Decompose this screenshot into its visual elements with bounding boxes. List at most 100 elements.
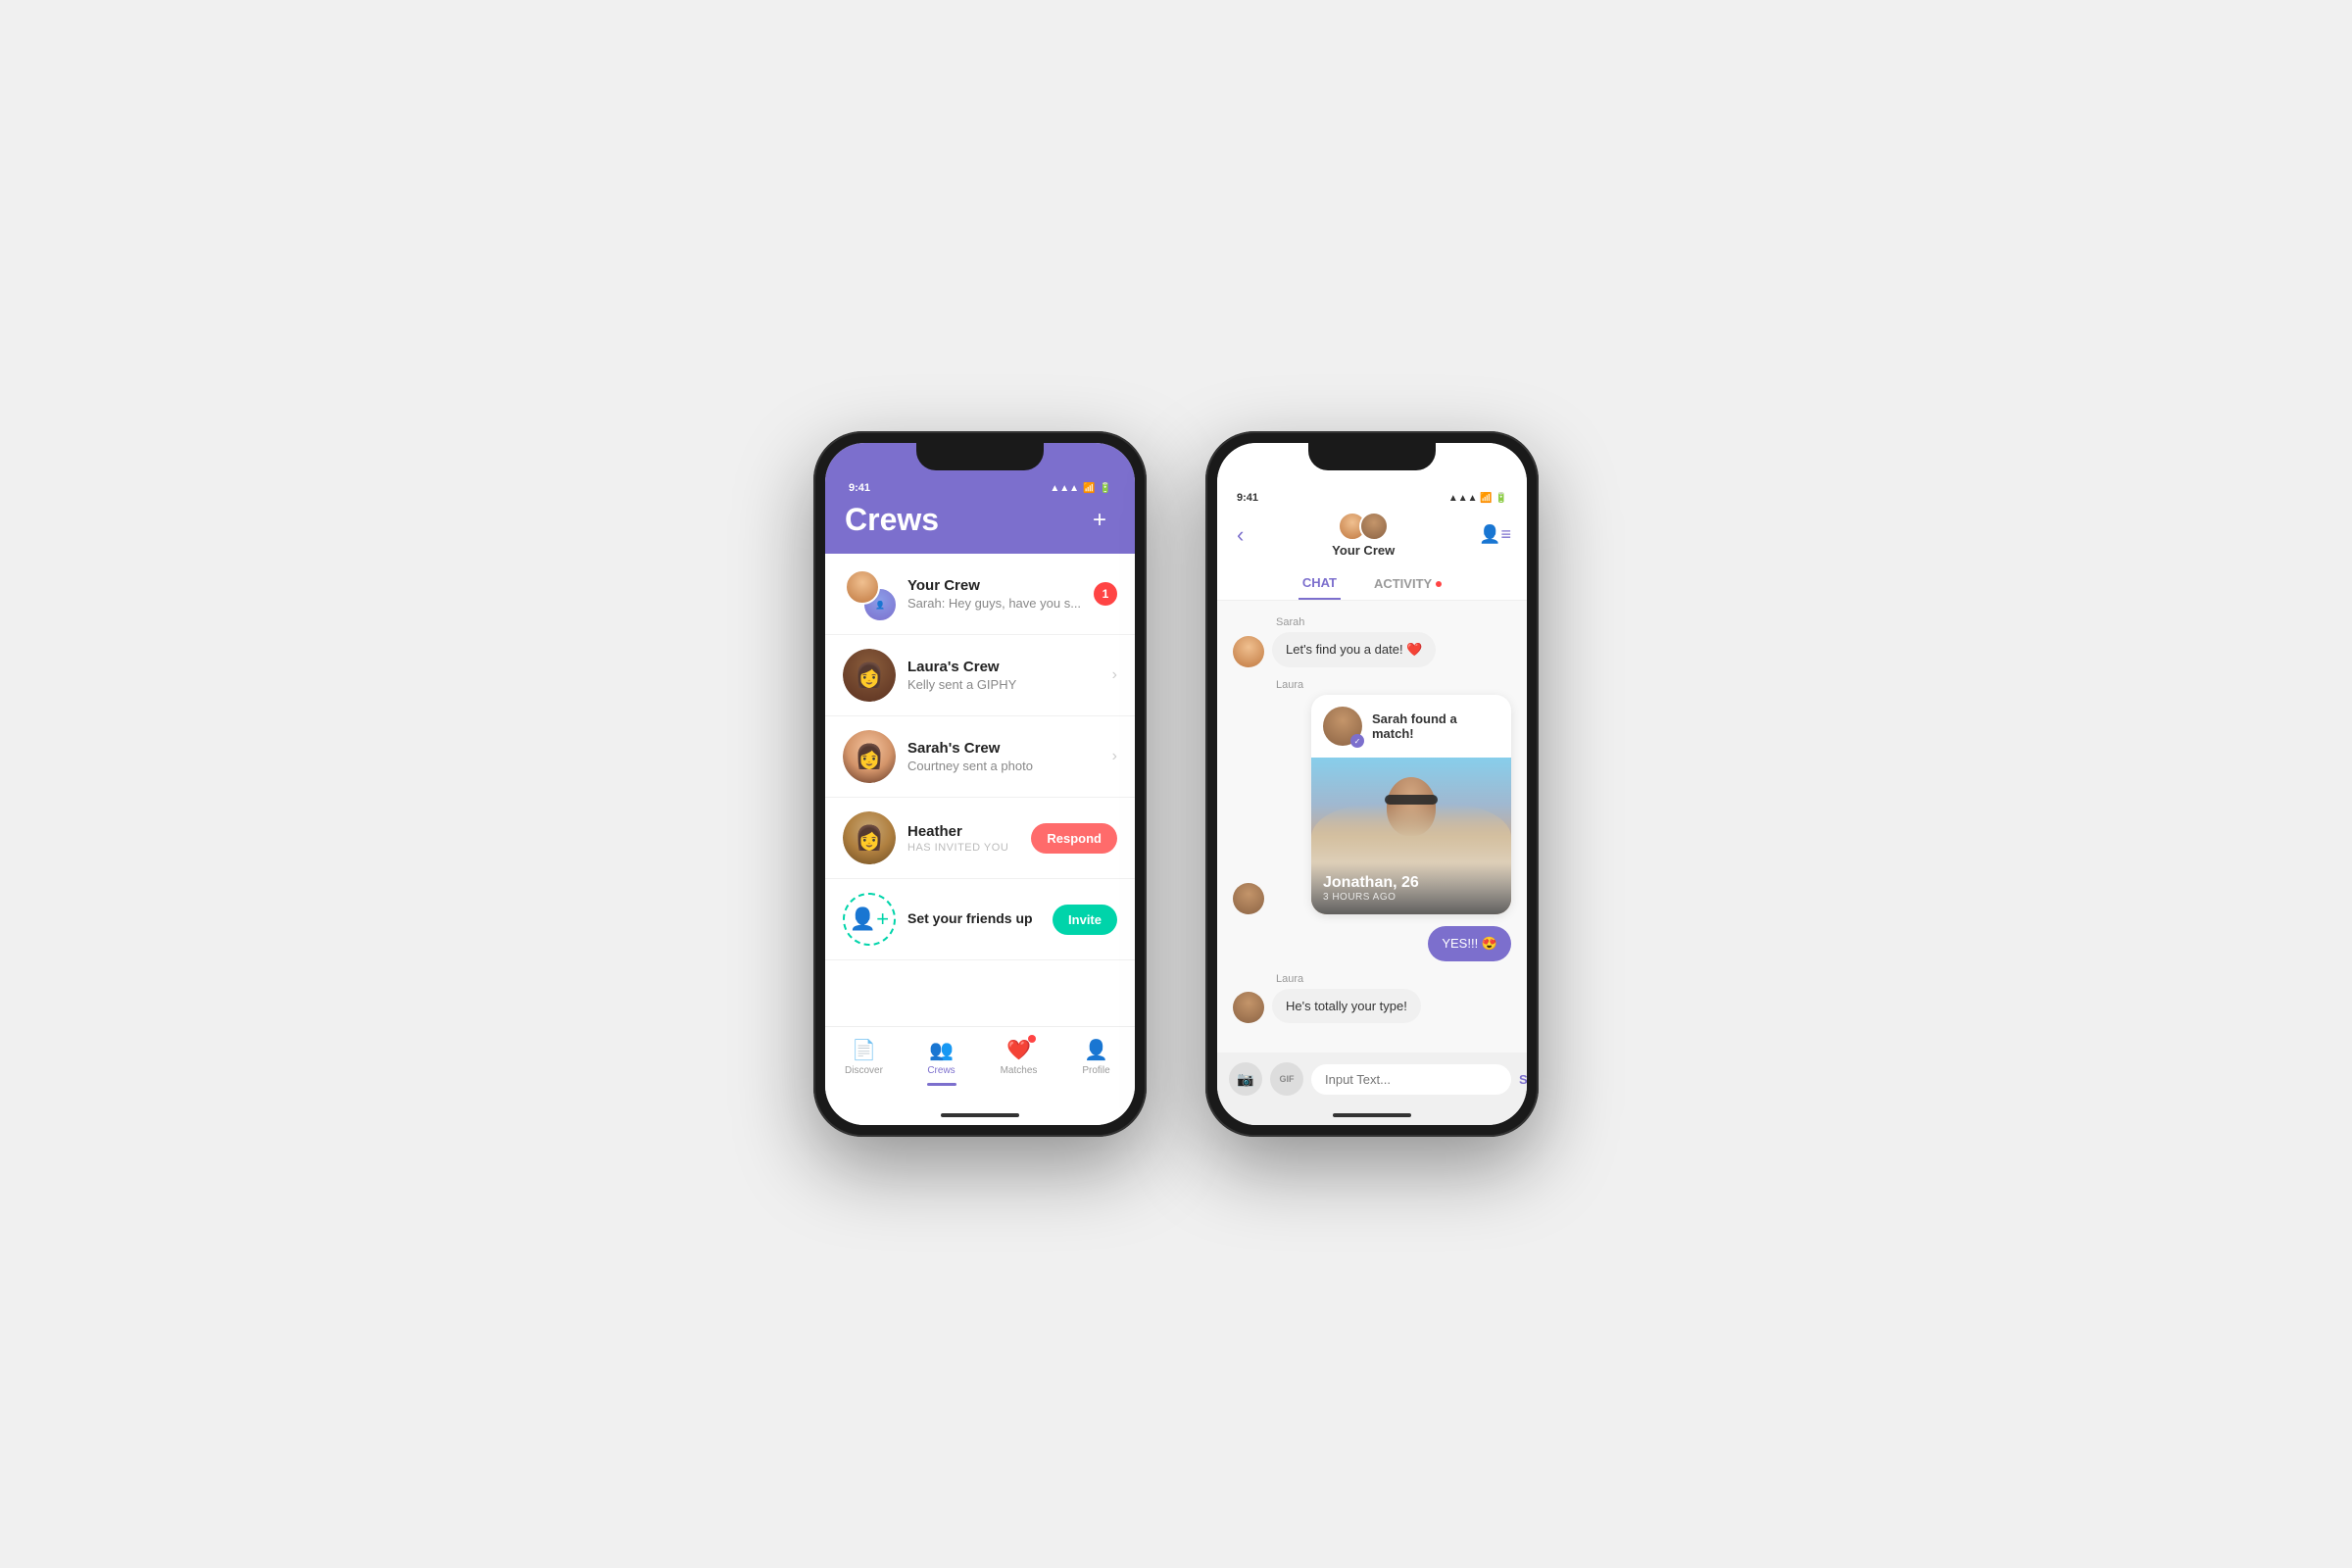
chat-menu-button[interactable]: 👤≡ [1479, 524, 1511, 545]
msg-sender-laura2: Laura [1233, 973, 1511, 985]
notch-left [916, 443, 1044, 470]
chat-tabs: CHAT ACTIVITY [1233, 567, 1511, 600]
set-friends-icon: 👤+ [843, 893, 896, 946]
match-photo: Jonathan, 26 3 HOURS AGO [1311, 758, 1511, 914]
back-button[interactable]: ‹ [1233, 518, 1248, 552]
respond-button[interactable]: Respond [1031, 823, 1117, 854]
camera-button[interactable]: 📷 [1229, 1062, 1262, 1096]
msg-group-4: Laura He's totally your type! [1233, 973, 1511, 1023]
matches-notification-dot [1028, 1035, 1036, 1043]
tab-chat[interactable]: CHAT [1298, 567, 1341, 600]
match-time: 3 HOURS AGO [1323, 892, 1499, 903]
msg-group-1: Sarah Let's find you a date! ❤️ [1233, 616, 1511, 667]
chat-input-field[interactable] [1311, 1064, 1511, 1095]
sarahs-crew-sub: Courtney sent a photo [907, 759, 1101, 773]
chat-input-bar: 📷 GIF Send [1217, 1053, 1527, 1105]
lauras-crew-avatar: 👩 [843, 649, 896, 702]
chat-messages: Sarah Let's find you a date! ❤️ Laura [1217, 601, 1527, 1053]
crew-item-sarahs-crew[interactable]: 👩 Sarah's Crew Courtney sent a photo › [825, 716, 1135, 798]
right-phone: 9:41 ▲▲▲ 📶 🔋 ‹ Your Crew 👤≡ CH [1205, 431, 1539, 1137]
heather-name: Heather [907, 823, 1019, 840]
matches-label: Matches [1001, 1065, 1038, 1076]
msg-group-2: Laura ✓ Sarah found a match! [1233, 679, 1511, 914]
chat-header-top: ‹ Your Crew 👤≡ [1233, 512, 1511, 558]
match-name: Jonathan, 26 [1323, 874, 1499, 892]
nav-item-profile[interactable]: 👤 Profile [1057, 1037, 1135, 1076]
your-crew-avatar: 👤 [843, 567, 896, 620]
status-time-right: 9:41 [1237, 492, 1258, 504]
nav-item-discover[interactable]: 📄 Discover [825, 1037, 903, 1076]
msg-bubble-3: YES!!! 😍 [1428, 926, 1511, 961]
status-icons-left: ▲▲▲ 📶 🔋 [1050, 483, 1111, 494]
send-button[interactable]: Send [1519, 1072, 1527, 1087]
status-icons-right: ▲▲▲ 📶 🔋 [1448, 492, 1507, 504]
notch-right [1308, 443, 1436, 470]
home-bar-line-right [1333, 1113, 1411, 1117]
msg-row-1: Let's find you a date! ❤️ [1233, 632, 1511, 667]
msg-bubble-4: He's totally your type! [1272, 989, 1421, 1023]
sarahs-crew-info: Sarah's Crew Courtney sent a photo [907, 740, 1101, 773]
msg-text-4: He's totally your type! [1286, 999, 1407, 1013]
add-crew-button[interactable]: + [1084, 505, 1115, 536]
crews-active-indicator [927, 1083, 956, 1086]
match-card-title: Sarah found a match! [1372, 711, 1499, 741]
laura-msg-avatar-2 [1233, 992, 1264, 1023]
crew-item-heather[interactable]: 👩 Heather HAS INVITED YOU Respond [825, 798, 1135, 879]
heather-avatar: 👩 [843, 811, 896, 864]
nav-item-crews[interactable]: 👥 Crews [903, 1037, 980, 1086]
your-crew-name: Your Crew [907, 577, 1082, 594]
sarah-msg-avatar [1233, 636, 1264, 667]
match-card-header: ✓ Sarah found a match! [1311, 695, 1511, 758]
discover-label: Discover [845, 1065, 883, 1076]
msg-row-4: He's totally your type! [1233, 989, 1511, 1023]
laura-msg-avatar [1233, 883, 1264, 914]
set-friends-info: Set your friends up [907, 910, 1041, 928]
profile-label: Profile [1082, 1065, 1109, 1076]
heather-info: Heather HAS INVITED YOU [907, 823, 1019, 854]
msg-row-3: YES!!! 😍 [1233, 926, 1511, 961]
match-card[interactable]: ✓ Sarah found a match! [1311, 695, 1511, 914]
sarahs-crew-avatar: 👩 [843, 730, 896, 783]
chat-crew-name: Your Crew [1332, 543, 1395, 558]
sarahs-crew-chevron: › [1112, 748, 1117, 765]
crew-item-lauras-crew[interactable]: 👩 Laura's Crew Kelly sent a GIPHY › [825, 635, 1135, 716]
home-bar-right [1217, 1105, 1527, 1125]
crews-title: Crews [845, 502, 939, 538]
match-photo-overlay: Jonathan, 26 3 HOURS AGO [1311, 862, 1511, 914]
status-time-left: 9:41 [849, 482, 870, 494]
gif-button[interactable]: GIF [1270, 1062, 1303, 1096]
your-crew-info: Your Crew Sarah: Hey guys, have you s... [907, 577, 1082, 611]
home-bar-left [825, 1105, 1135, 1125]
crews-label: Crews [927, 1065, 955, 1076]
lauras-crew-sub: Kelly sent a GIPHY [907, 677, 1101, 692]
lauras-crew-chevron: › [1112, 666, 1117, 684]
tab-activity[interactable]: ACTIVITY [1370, 567, 1446, 600]
msg-row-2: ✓ Sarah found a match! [1233, 695, 1511, 914]
heather-sub: HAS INVITED YOU [907, 842, 1019, 854]
activity-dot [1436, 581, 1442, 587]
msg-bubble-1: Let's find you a date! ❤️ [1272, 632, 1436, 667]
invite-button[interactable]: Invite [1053, 905, 1117, 935]
left-phone: 9:41 ▲▲▲ 📶 🔋 Crews + [813, 431, 1147, 1137]
sarahs-crew-name: Sarah's Crew [907, 740, 1101, 757]
msg-text-1: Let's find you a date! ❤️ [1286, 642, 1422, 657]
crew-item-set-friends[interactable]: 👤+ Set your friends up Invite [825, 879, 1135, 960]
your-crew-badge: 1 [1094, 582, 1117, 606]
nav-item-matches[interactable]: ❤️ Matches [980, 1037, 1057, 1076]
profile-icon: 👤 [1084, 1037, 1109, 1062]
msg-sender-laura: Laura [1233, 679, 1511, 691]
msg-text-3: YES!!! 😍 [1442, 936, 1497, 951]
msg-sender-sarah: Sarah [1233, 616, 1511, 628]
set-friends-name: Set your friends up [907, 910, 1041, 926]
verified-badge: ✓ [1350, 734, 1364, 748]
bottom-nav: 📄 Discover 👥 Crews ❤️ Matches 👤 Profile [825, 1026, 1135, 1105]
crew-item-your-crew[interactable]: 👤 Your Crew Sarah: Hey guys, have you s.… [825, 554, 1135, 635]
discover-icon: 📄 [852, 1037, 877, 1062]
crews-icon: 👥 [929, 1037, 955, 1062]
msg-group-3: YES!!! 😍 [1233, 926, 1511, 961]
chat-header-avatars [1338, 512, 1389, 541]
matches-icon: ❤️ [1006, 1037, 1032, 1062]
lauras-crew-name: Laura's Crew [907, 659, 1101, 675]
your-crew-sub: Sarah: Hey guys, have you s... [907, 596, 1082, 611]
lauras-crew-info: Laura's Crew Kelly sent a GIPHY [907, 659, 1101, 692]
